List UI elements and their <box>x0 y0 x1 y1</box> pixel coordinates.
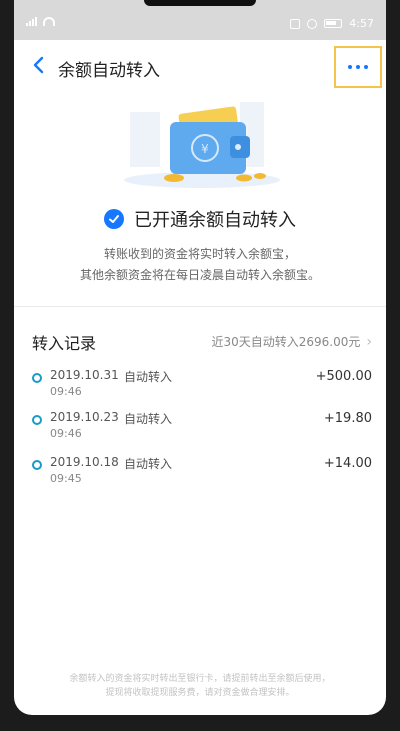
records-summary-text: 近30天自动转入2696.00元 <box>211 335 361 349</box>
timeline-dot-icon <box>32 373 42 383</box>
status-desc-line1: 转账收到的资金将实时转入余额宝， <box>103 247 296 261</box>
footer-note-line2: 提现将收取提现服务费，请对资金做合理安排。 <box>105 688 295 698</box>
back-button[interactable] <box>28 54 50 76</box>
record-date: 2019.10.31 <box>50 368 119 382</box>
camera-notch <box>144 0 256 6</box>
record-row[interactable]: 2019.10.31 自动转入 09:46 +500.00 <box>32 368 372 412</box>
section-divider <box>14 306 386 307</box>
more-dot-icon <box>356 65 360 69</box>
timeline-dot-icon <box>32 460 42 470</box>
check-circle-icon <box>104 209 124 229</box>
record-time: 09:46 <box>50 427 82 440</box>
records-header: 转入记录 近30天自动转入2696.00元 › <box>32 330 372 354</box>
svg-text:¥: ¥ <box>201 142 209 156</box>
battery-icon <box>324 19 343 28</box>
records-title: 转入记录 <box>32 334 97 353</box>
phone-screen: 4:57 余额自动转入 ¥ 已开通余额自动转入 转账收到的资金将实时转入余额宝，… <box>14 0 386 715</box>
records-summary-link[interactable]: 近30天自动转入2696.00元 › <box>211 333 372 350</box>
record-amount: +19.80 <box>323 411 372 426</box>
page-title: 余额自动转入 <box>58 61 160 81</box>
autotransfer-status: 已开通余额自动转入 <box>14 206 386 232</box>
alarm-icon <box>307 18 318 29</box>
status-bar: 4:57 <box>14 0 386 40</box>
record-type: 自动转入 <box>124 412 173 426</box>
status-time: 4:57 <box>349 17 374 30</box>
record-date: 2019.10.18 <box>50 455 119 469</box>
signal-icon <box>26 17 37 26</box>
wifi-icon <box>43 17 55 26</box>
status-right: 4:57 <box>290 17 374 30</box>
record-type: 自动转入 <box>124 370 173 384</box>
record-amount: +14.00 <box>323 456 372 471</box>
status-text: 已开通余额自动转入 <box>134 210 296 231</box>
record-date: 2019.10.23 <box>50 410 119 424</box>
more-button[interactable] <box>334 46 382 88</box>
timeline-dot-icon <box>32 415 42 425</box>
record-time: 09:46 <box>50 385 82 398</box>
more-dot-icon <box>364 65 368 69</box>
record-row[interactable]: 2019.10.23 自动转入 09:46 +19.80 <box>32 410 372 454</box>
record-type: 自动转入 <box>124 457 173 471</box>
chevron-right-icon: › <box>366 333 372 350</box>
more-dot-icon <box>348 65 352 69</box>
notification-icon <box>290 18 301 29</box>
status-left <box>26 17 55 26</box>
record-amount: +500.00 <box>315 369 372 384</box>
record-row[interactable]: 2019.10.18 自动转入 09:45 +14.00 <box>32 455 372 499</box>
wallet-illustration: ¥ <box>110 92 290 192</box>
status-desc-line2: 其他余额资金将在每日凌晨自动转入余额宝。 <box>79 268 320 282</box>
record-time: 09:45 <box>50 472 82 485</box>
footer-note-line1: 余额转入的资金将实时转出至银行卡，请提前转出至余额后使用， <box>69 674 331 684</box>
chevron-left-icon <box>33 56 44 74</box>
nav-bar: 余额自动转入 <box>14 40 386 92</box>
